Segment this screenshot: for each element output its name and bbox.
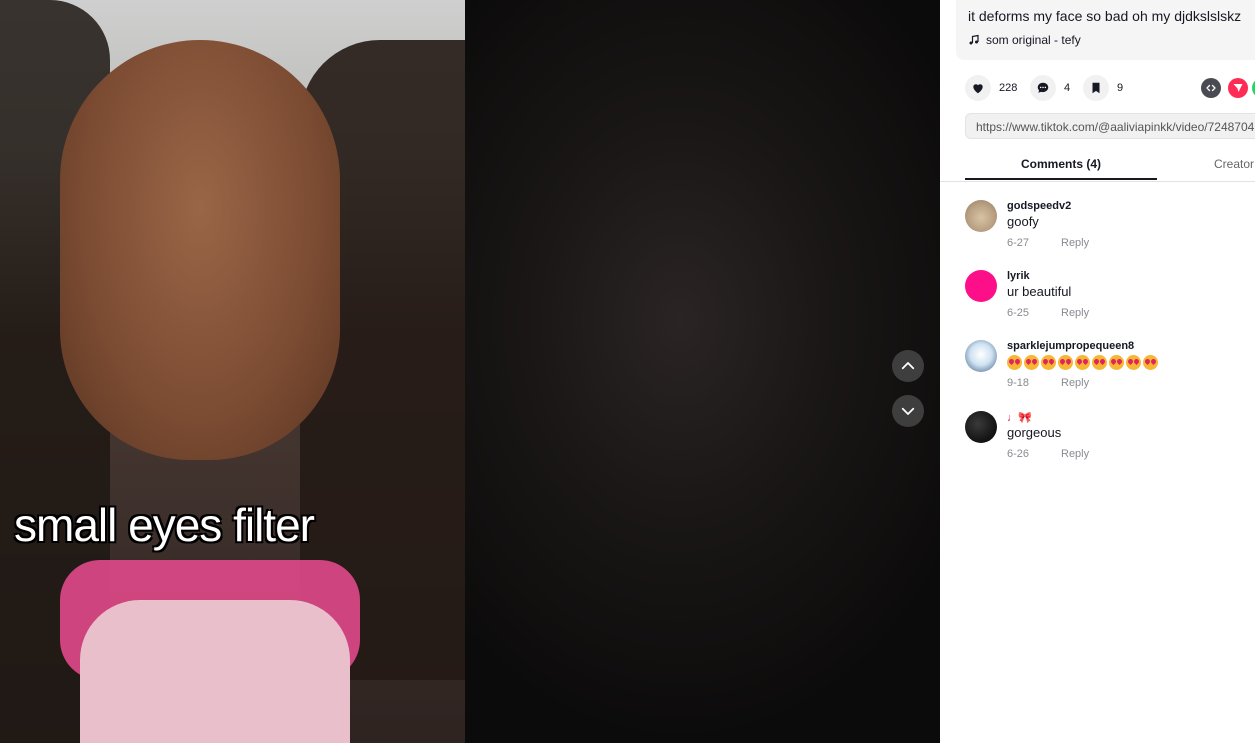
music-title: som original - tefy: [986, 33, 1081, 47]
star-struck-emoji-icon: [1126, 355, 1141, 370]
star-struck-emoji-icon: [1092, 355, 1107, 370]
previous-video-button[interactable]: [892, 350, 924, 382]
send-to-friends-button[interactable]: [1228, 78, 1248, 98]
emoji-row: [1007, 355, 1158, 370]
star-struck-emoji-icon: [1075, 355, 1090, 370]
comment-text: ur beautiful: [1007, 284, 1072, 299]
video-stage: small eyes filter: [0, 0, 940, 743]
comment-icon-wrap: [1030, 75, 1056, 101]
star-struck-emoji-icon: [1041, 355, 1056, 370]
reply-button[interactable]: Reply: [1061, 448, 1089, 460]
tab-creator-videos[interactable]: Creator: [1214, 148, 1254, 180]
heart-icon: [973, 84, 983, 94]
video-caption-overlay: small eyes filter: [14, 499, 315, 551]
avatar[interactable]: [965, 270, 997, 302]
save-count: 9: [1117, 82, 1124, 94]
avatar[interactable]: [965, 340, 997, 372]
reply-button[interactable]: Reply: [1061, 237, 1089, 249]
comment-text: gorgeous: [1007, 425, 1062, 440]
send-icon: [1233, 84, 1243, 92]
comment-username[interactable]: ♩🎀: [1007, 411, 1032, 424]
save-button[interactable]: 9: [1083, 75, 1123, 101]
comment-count: 4: [1064, 82, 1071, 94]
video-player[interactable]: small eyes filter: [0, 0, 465, 743]
side-panel: it deforms my face so bad oh my djdkslsl…: [940, 0, 1255, 743]
reply-button[interactable]: Reply: [1061, 377, 1089, 389]
comment-text: goofy: [1007, 214, 1039, 229]
music-note-icon: [969, 34, 979, 45]
copy-link-field[interactable]: https://www.tiktok.com/@aaliviapinkk/vid…: [965, 113, 1255, 139]
music-link[interactable]: som original - tefy: [968, 33, 1081, 47]
comment-date: 6-25: [1007, 307, 1030, 319]
comment-date: 6-27: [1007, 237, 1030, 249]
comment-icon: [1037, 82, 1049, 93]
avatar[interactable]: [965, 200, 997, 232]
like-count: 228: [999, 82, 1018, 94]
comment-button[interactable]: 4: [1030, 75, 1070, 101]
next-video-button[interactable]: [892, 395, 924, 427]
video-description: it deforms my face so bad oh my djdkslsl…: [968, 8, 1242, 24]
comment-username[interactable]: lyrik: [1007, 270, 1030, 282]
star-struck-emoji-icon: [1143, 355, 1158, 370]
comment-date: 6-26: [1007, 448, 1030, 460]
reply-button[interactable]: Reply: [1061, 307, 1089, 319]
bookmark-icon: [1092, 82, 1100, 94]
like-icon-wrap: [965, 75, 991, 101]
comment-date: 9-18: [1007, 377, 1030, 389]
save-icon-wrap: [1083, 75, 1109, 101]
star-struck-emoji-icon: [1007, 355, 1022, 370]
comment-username[interactable]: godspeedv2: [1007, 200, 1071, 212]
star-struck-emoji-icon: [1109, 355, 1124, 370]
avatar[interactable]: [965, 411, 997, 443]
comment-tabs: Comments (4) Creator: [940, 148, 1255, 182]
embed-button[interactable]: [1201, 78, 1221, 98]
star-struck-emoji-icon: [1024, 355, 1039, 370]
tab-comments[interactable]: Comments (4): [965, 148, 1157, 180]
video-towel: [80, 600, 350, 743]
like-button[interactable]: 228: [965, 75, 1017, 101]
video-face: [60, 40, 340, 460]
chevron-down-icon: [901, 407, 915, 415]
chevron-up-icon: [901, 362, 915, 370]
star-struck-emoji-icon: [1058, 355, 1073, 370]
comment-username[interactable]: sparklejumpropequeen8: [1007, 340, 1134, 352]
embed-icon: [1206, 84, 1216, 92]
